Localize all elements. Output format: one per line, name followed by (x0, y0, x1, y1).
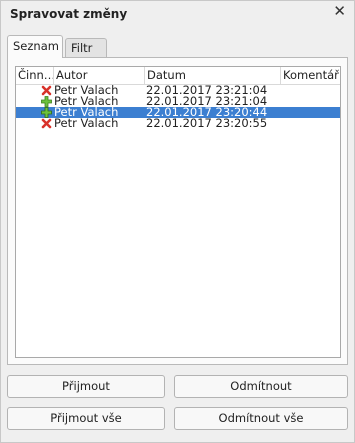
reject-icon (41, 85, 52, 96)
column-header-author[interactable]: Autor (54, 67, 145, 84)
changes-list[interactable]: Činn… Autor Datum Komentář Petr Valach 2… (15, 66, 341, 358)
manage-changes-panel: Spravovat změny ✕ Seznam Filtr Činn… Aut… (0, 0, 355, 443)
reject-all-button[interactable]: Odmítnout vše (174, 407, 348, 430)
reject-button[interactable]: Odmítnout (174, 375, 348, 398)
tab-content: Činn… Autor Datum Komentář Petr Valach 2… (7, 57, 348, 365)
column-header-action[interactable]: Činn… (16, 67, 54, 84)
insert-icon (41, 107, 52, 118)
tab-filtr[interactable]: Filtr (65, 38, 107, 57)
row-date: 22.01.2017 23:20:55 (146, 116, 268, 130)
accept-all-button[interactable]: Přijmout vše (7, 407, 165, 430)
insert-icon (41, 96, 52, 107)
list-row[interactable]: Petr Valach 22.01.2017 23:20:55 (16, 116, 340, 130)
tab-seznam[interactable]: Seznam (7, 35, 63, 58)
column-header-comment[interactable]: Komentář (281, 67, 340, 84)
accept-button[interactable]: Přijmout (7, 375, 165, 398)
column-header-date[interactable]: Datum (145, 67, 281, 84)
close-icon[interactable]: ✕ (333, 4, 346, 19)
row-author: Petr Valach (54, 116, 119, 130)
dialog-title: Spravovat změny (10, 7, 128, 21)
reject-icon (41, 118, 52, 129)
